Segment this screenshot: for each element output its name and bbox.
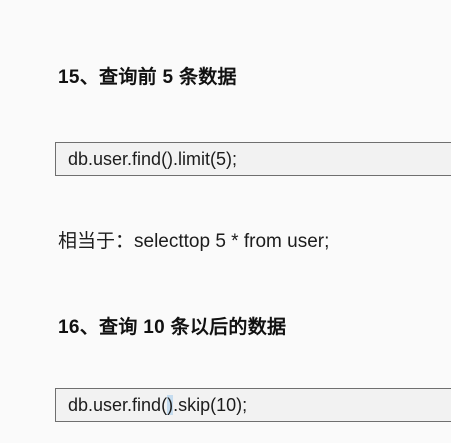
code-block-limit[interactable]: db.user.find().limit(5); (55, 142, 451, 176)
code-text-skip-suffix[interactable]: .skip(10); (173, 395, 247, 415)
code-block-skip[interactable]: db.user.find().skip(10); (55, 388, 451, 422)
section-16-heading: 16、查询 10 条以后的数据 (58, 317, 287, 338)
code-text-limit[interactable]: db.user.find().limit(5); (68, 149, 237, 169)
code-text-skip-prefix[interactable]: db.user.find( (68, 395, 167, 415)
sql-equivalent-text: 相当于：selecttop 5 * from user; (58, 231, 330, 252)
section-15-heading: 15、查询前 5 条数据 (58, 67, 237, 88)
